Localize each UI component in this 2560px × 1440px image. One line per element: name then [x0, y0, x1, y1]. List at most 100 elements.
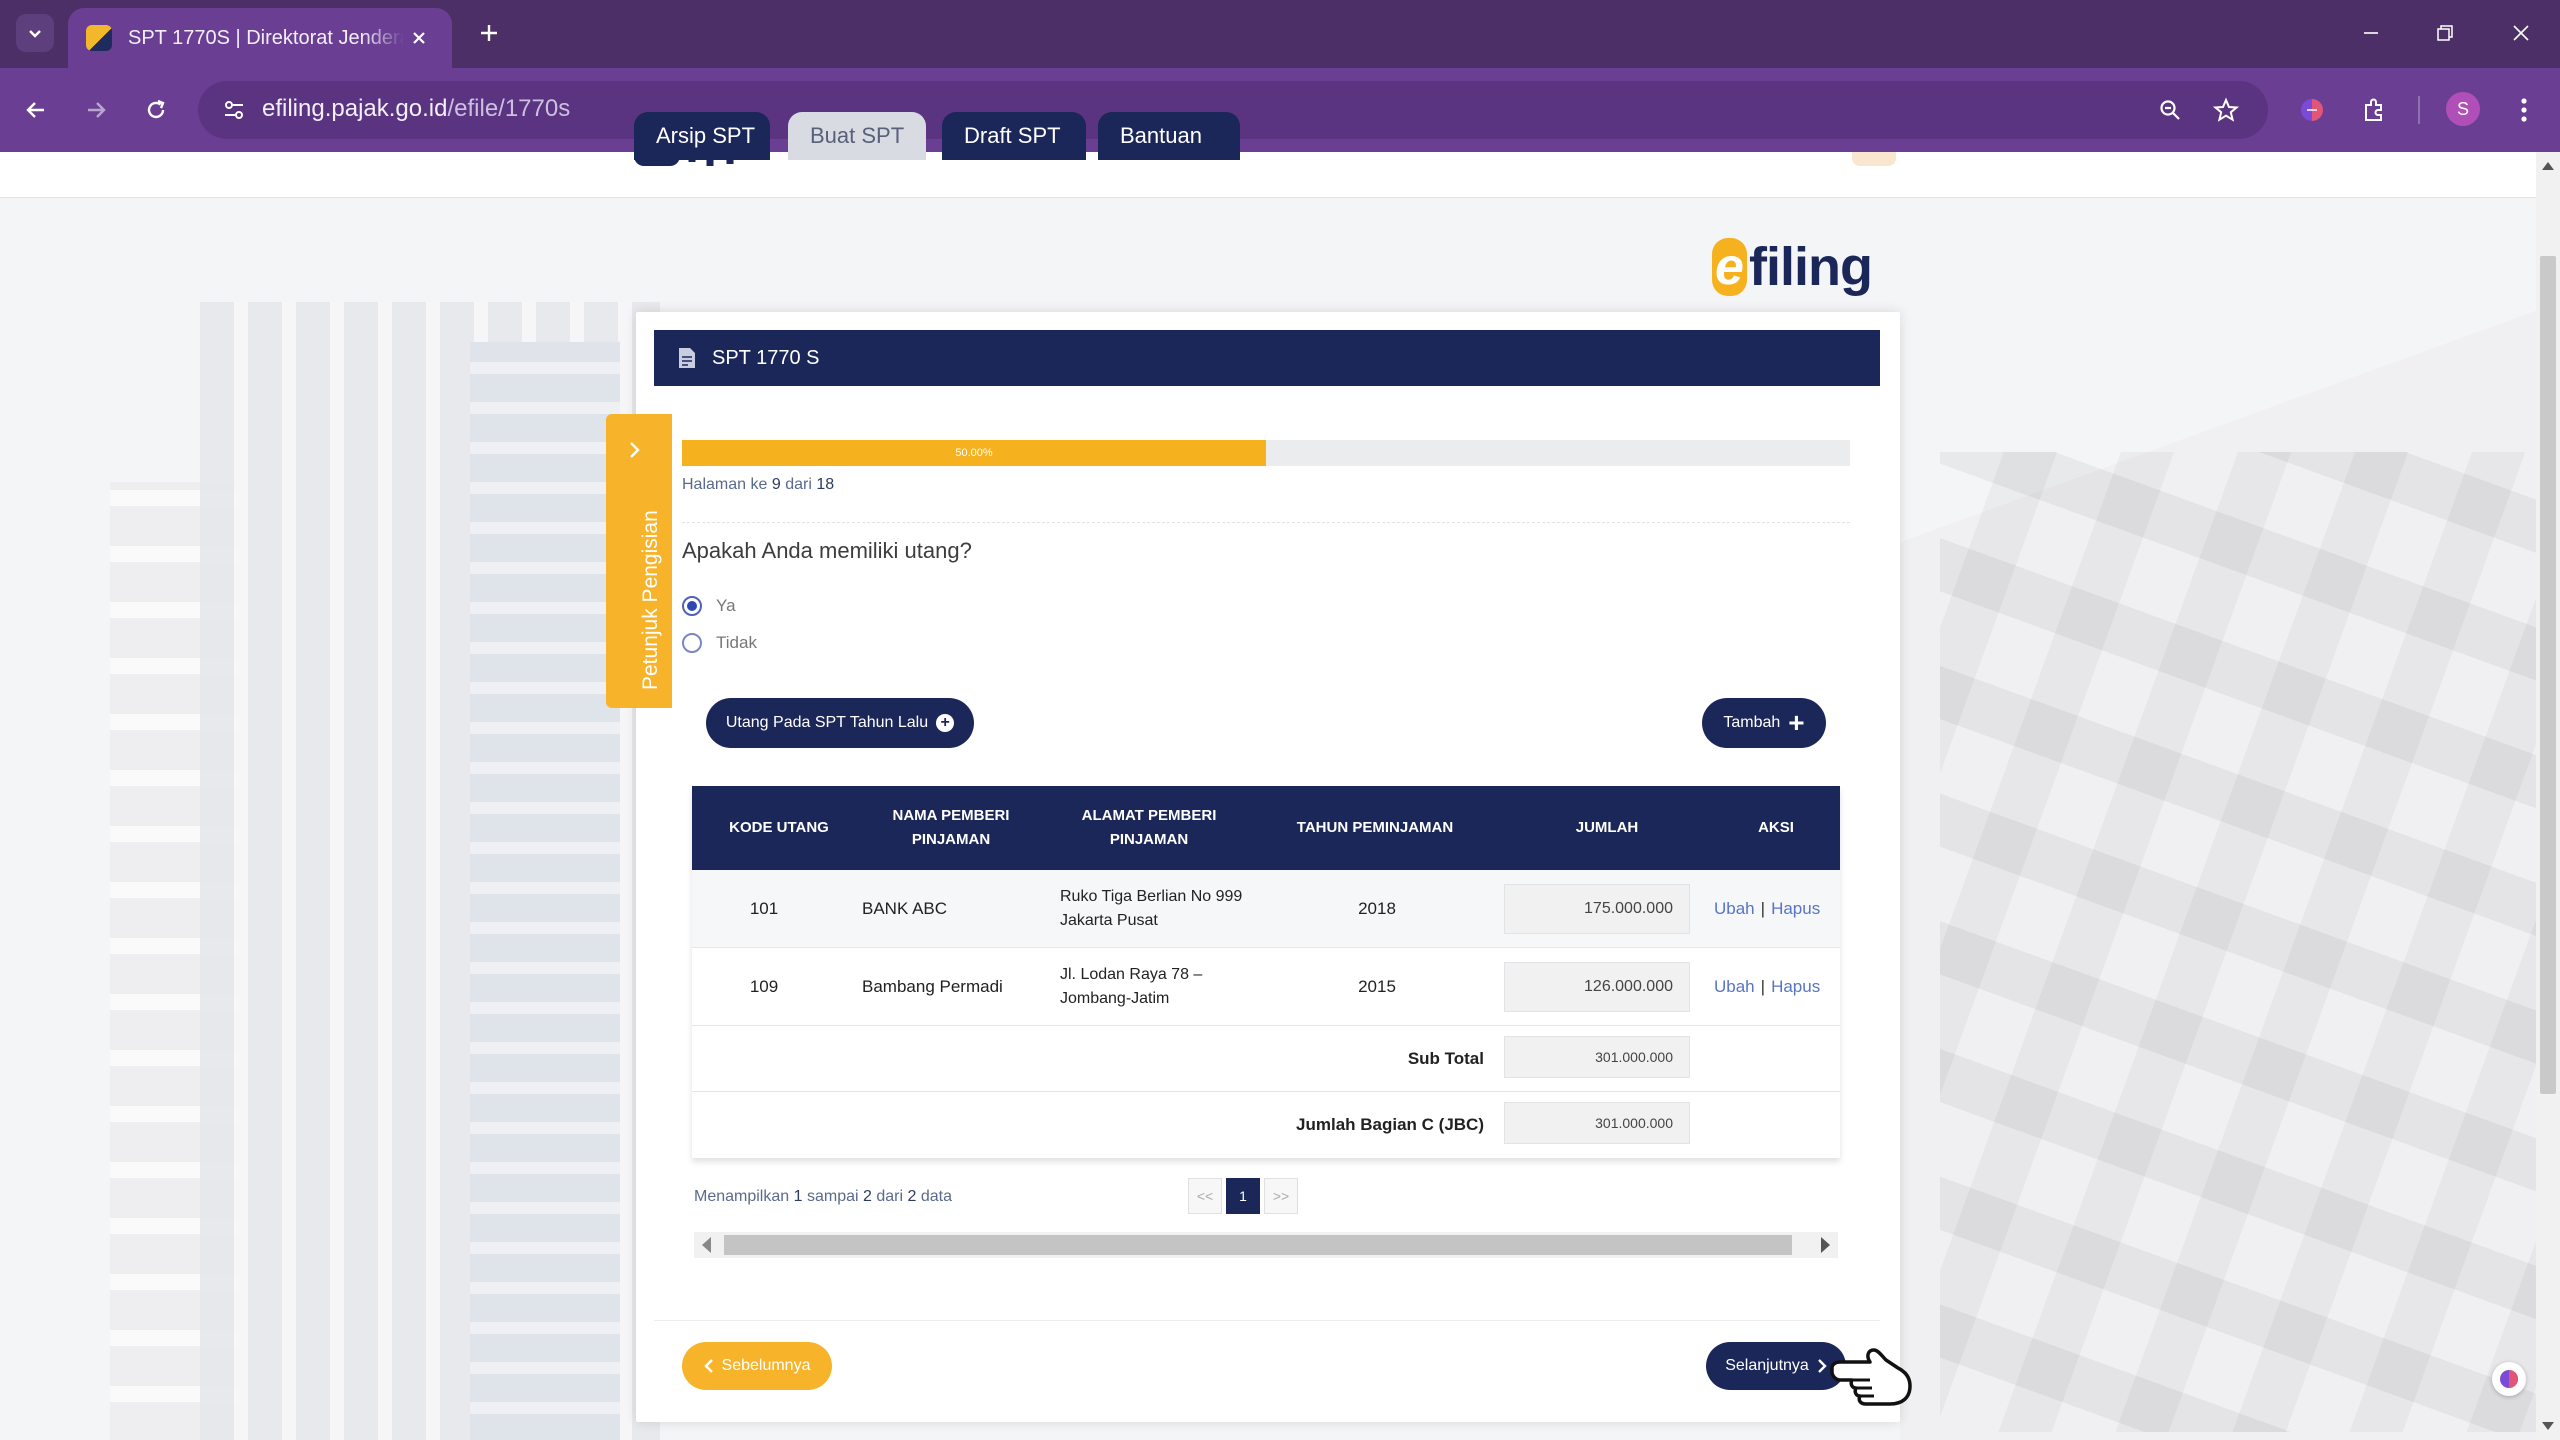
more-vert-icon: [2521, 98, 2527, 122]
restore-button[interactable]: [2420, 10, 2470, 56]
efiling-logo-mark: e: [1712, 238, 1748, 296]
toolbar-divider: [2418, 96, 2420, 124]
vertical-scrollbar[interactable]: [2536, 152, 2560, 1440]
table-header: KODE UTANG NAMA PEMBERI PINJAMAN ALAMAT …: [692, 786, 1840, 870]
tab-label: Bantuan: [1120, 123, 1202, 148]
action-separator: |: [1760, 899, 1766, 918]
scroll-right-arrow-icon[interactable]: [1821, 1237, 1830, 1253]
page-total: 18: [816, 476, 835, 493]
scroll-up-arrow-icon[interactable]: [2542, 162, 2554, 170]
action-separator: |: [1760, 977, 1766, 996]
url-text: efiling.pajak.go.id/efile/1770s: [262, 95, 570, 123]
close-icon: [413, 32, 425, 44]
assistant-extension-button[interactable]: [2492, 1362, 2526, 1396]
column-header: ALAMAT PEMBERI PINJAMAN: [1036, 786, 1262, 870]
tab-buat-spt[interactable]: Buat SPT: [788, 112, 926, 160]
minimize-button[interactable]: [2346, 10, 2396, 56]
scroll-left-arrow-icon[interactable]: [702, 1237, 711, 1253]
pagination: << 1 >>: [1188, 1178, 1298, 1214]
horizontal-scrollbar[interactable]: [694, 1232, 1838, 1258]
column-header: KODE UTANG: [729, 819, 829, 836]
radio-button[interactable]: [682, 596, 702, 616]
form-header: SPT 1770 S: [654, 330, 1880, 386]
page-indicator: Halaman ke 9 dari 18: [682, 476, 834, 494]
forward-button[interactable]: [74, 88, 118, 132]
profile-avatar[interactable]: S: [2446, 92, 2480, 126]
header-accent-shape: [1852, 152, 1896, 166]
edit-link[interactable]: Ubah: [1714, 977, 1755, 997]
radio-option-ya[interactable]: Ya: [682, 596, 736, 616]
zoom-button[interactable]: [2152, 92, 2188, 128]
restore-icon: [2437, 25, 2453, 41]
background-building: [470, 342, 620, 1440]
progress-label: 50.00%: [955, 447, 993, 459]
plus-icon: +: [1788, 707, 1805, 738]
browser-titlebar: SPT 1770S | Direktorat Jenderal Pajak: [0, 0, 2560, 68]
prev-year-debt-button[interactable]: Utang Pada SPT Tahun Lalu +: [706, 698, 974, 748]
tab-draft-spt[interactable]: Draft SPT: [942, 112, 1086, 160]
chevron-right-icon: [630, 442, 640, 458]
add-button[interactable]: Tambah +: [1702, 698, 1826, 748]
extension-logo-icon: [2301, 99, 2323, 121]
cell-kode: 109: [749, 977, 779, 996]
star-icon: [2213, 97, 2239, 122]
column-header-label: ALAMAT PEMBERI PINJAMAN: [1081, 807, 1217, 848]
tab-arsip-spt[interactable]: Arsip SPT: [634, 112, 770, 160]
subtotal-row: Sub Total 301.000.000: [692, 1026, 1840, 1092]
djp-favicon-icon: [86, 25, 112, 51]
delete-link[interactable]: Hapus: [1771, 977, 1820, 997]
efiling-logo: e filing: [1712, 232, 1873, 302]
pagination-suffix: data: [920, 1188, 952, 1205]
tab-label: Arsip SPT: [656, 123, 756, 148]
scroll-down-arrow-icon[interactable]: [2542, 1422, 2554, 1430]
pagination-total: 2: [907, 1188, 917, 1205]
previous-button[interactable]: Sebelumnya: [682, 1342, 832, 1390]
browser-menu-button[interactable]: [2502, 88, 2546, 132]
cell-alamat: Ruko Tiga Berlian No 999 Jakarta Pusat: [1060, 888, 1243, 929]
scrollbar-thumb[interactable]: [2540, 256, 2556, 1094]
browser-tab[interactable]: SPT 1770S | Direktorat Jenderal Pajak: [68, 8, 452, 68]
site-info-button[interactable]: [216, 92, 252, 128]
extension-button[interactable]: [2290, 88, 2334, 132]
cell-kode: 101: [749, 899, 779, 918]
pagination-prev-button[interactable]: <<: [1188, 1178, 1222, 1214]
tab-bantuan[interactable]: Bantuan: [1098, 112, 1240, 160]
reload-button[interactable]: [134, 88, 178, 132]
radio-button[interactable]: [682, 633, 702, 653]
chevron-left-icon: [703, 1359, 713, 1373]
column-header-label: NAMA PEMBERI PINJAMAN: [892, 807, 1010, 848]
close-window-button[interactable]: [2496, 10, 2546, 56]
extensions-menu-button[interactable]: [2352, 88, 2396, 132]
pagination-from: 1: [793, 1188, 803, 1205]
document-icon: [679, 348, 695, 368]
column-header: NAMA PEMBERI PINJAMAN: [866, 786, 1036, 870]
back-button[interactable]: [14, 88, 58, 132]
debt-table: KODE UTANG NAMA PEMBERI PINJAMAN ALAMAT …: [692, 786, 1840, 1158]
pagination-next-button[interactable]: >>: [1264, 1178, 1298, 1214]
question-text: Apakah Anda memiliki utang?: [682, 538, 972, 563]
delete-link[interactable]: Hapus: [1771, 899, 1820, 919]
next-label: Selanjutnya: [1725, 1357, 1809, 1374]
pagination-page-button[interactable]: 1: [1226, 1178, 1260, 1214]
chevron-down-icon: [29, 30, 41, 38]
subtotal-label: Sub Total: [1407, 1049, 1484, 1068]
url-path: /efile/1770s: [447, 95, 571, 122]
close-icon: [2513, 25, 2529, 41]
tab-label: Draft SPT: [964, 123, 1061, 148]
pagination-mid: sampai: [806, 1188, 859, 1205]
close-tab-button[interactable]: [404, 23, 434, 53]
radio-option-tidak[interactable]: Tidak: [682, 633, 757, 653]
tab-search-button[interactable]: [16, 14, 54, 52]
radio-label: Ya: [716, 596, 736, 615]
new-tab-button[interactable]: [470, 14, 508, 52]
side-guide-toggle[interactable]: Petunjuk Pengisian: [606, 414, 672, 708]
cell-tahun: 2015: [1358, 977, 1396, 996]
scrollbar-thumb[interactable]: [724, 1235, 1792, 1255]
pagination-mid2: dari: [876, 1188, 904, 1205]
circle-plus-icon: +: [936, 714, 955, 732]
radio-label: Tidak: [716, 633, 757, 652]
edit-link[interactable]: Ubah: [1714, 899, 1755, 919]
next-button[interactable]: Selanjutnya: [1706, 1342, 1846, 1390]
column-header: TAHUN PEMINJAMAN: [1296, 819, 1454, 836]
bookmark-button[interactable]: [2208, 92, 2244, 128]
